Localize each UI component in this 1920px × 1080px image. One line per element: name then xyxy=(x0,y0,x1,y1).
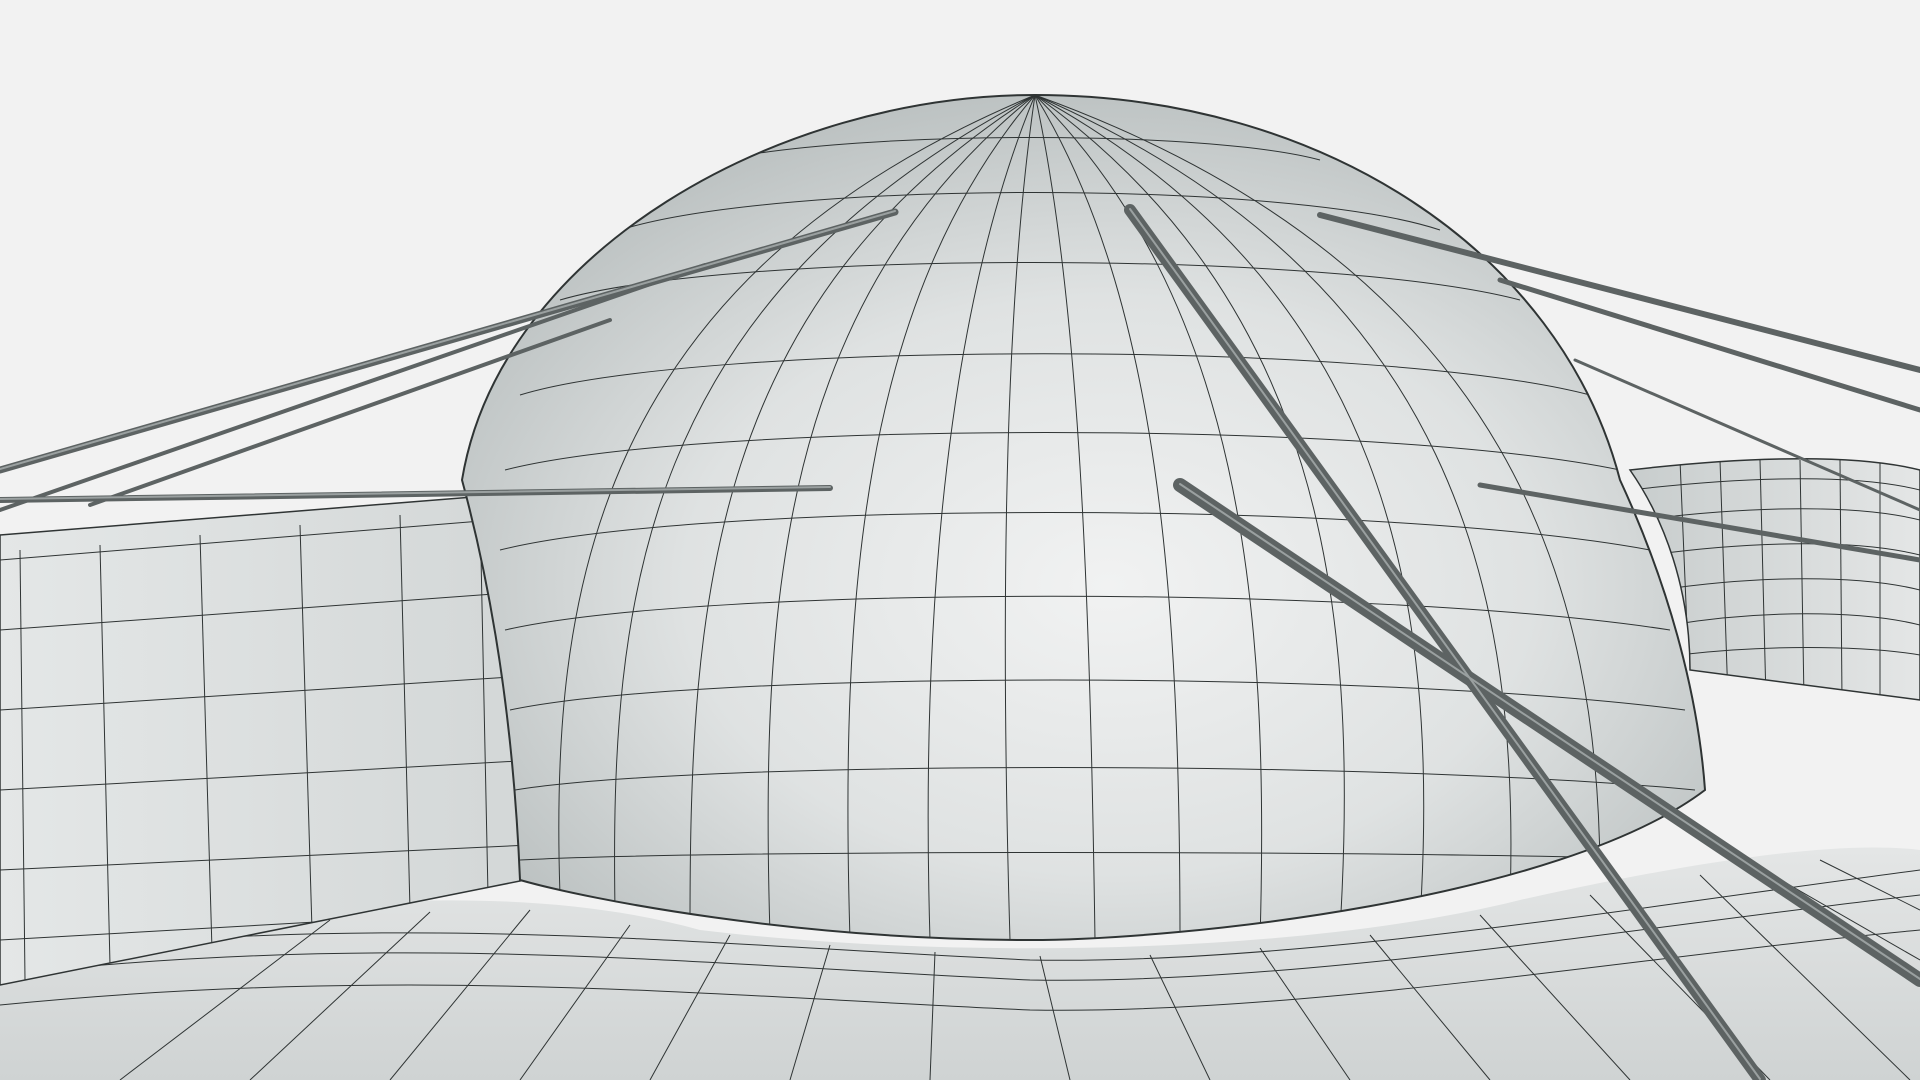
wireframe-scene[interactable] xyxy=(0,0,1920,1080)
3d-viewport[interactable] xyxy=(0,0,1920,1080)
